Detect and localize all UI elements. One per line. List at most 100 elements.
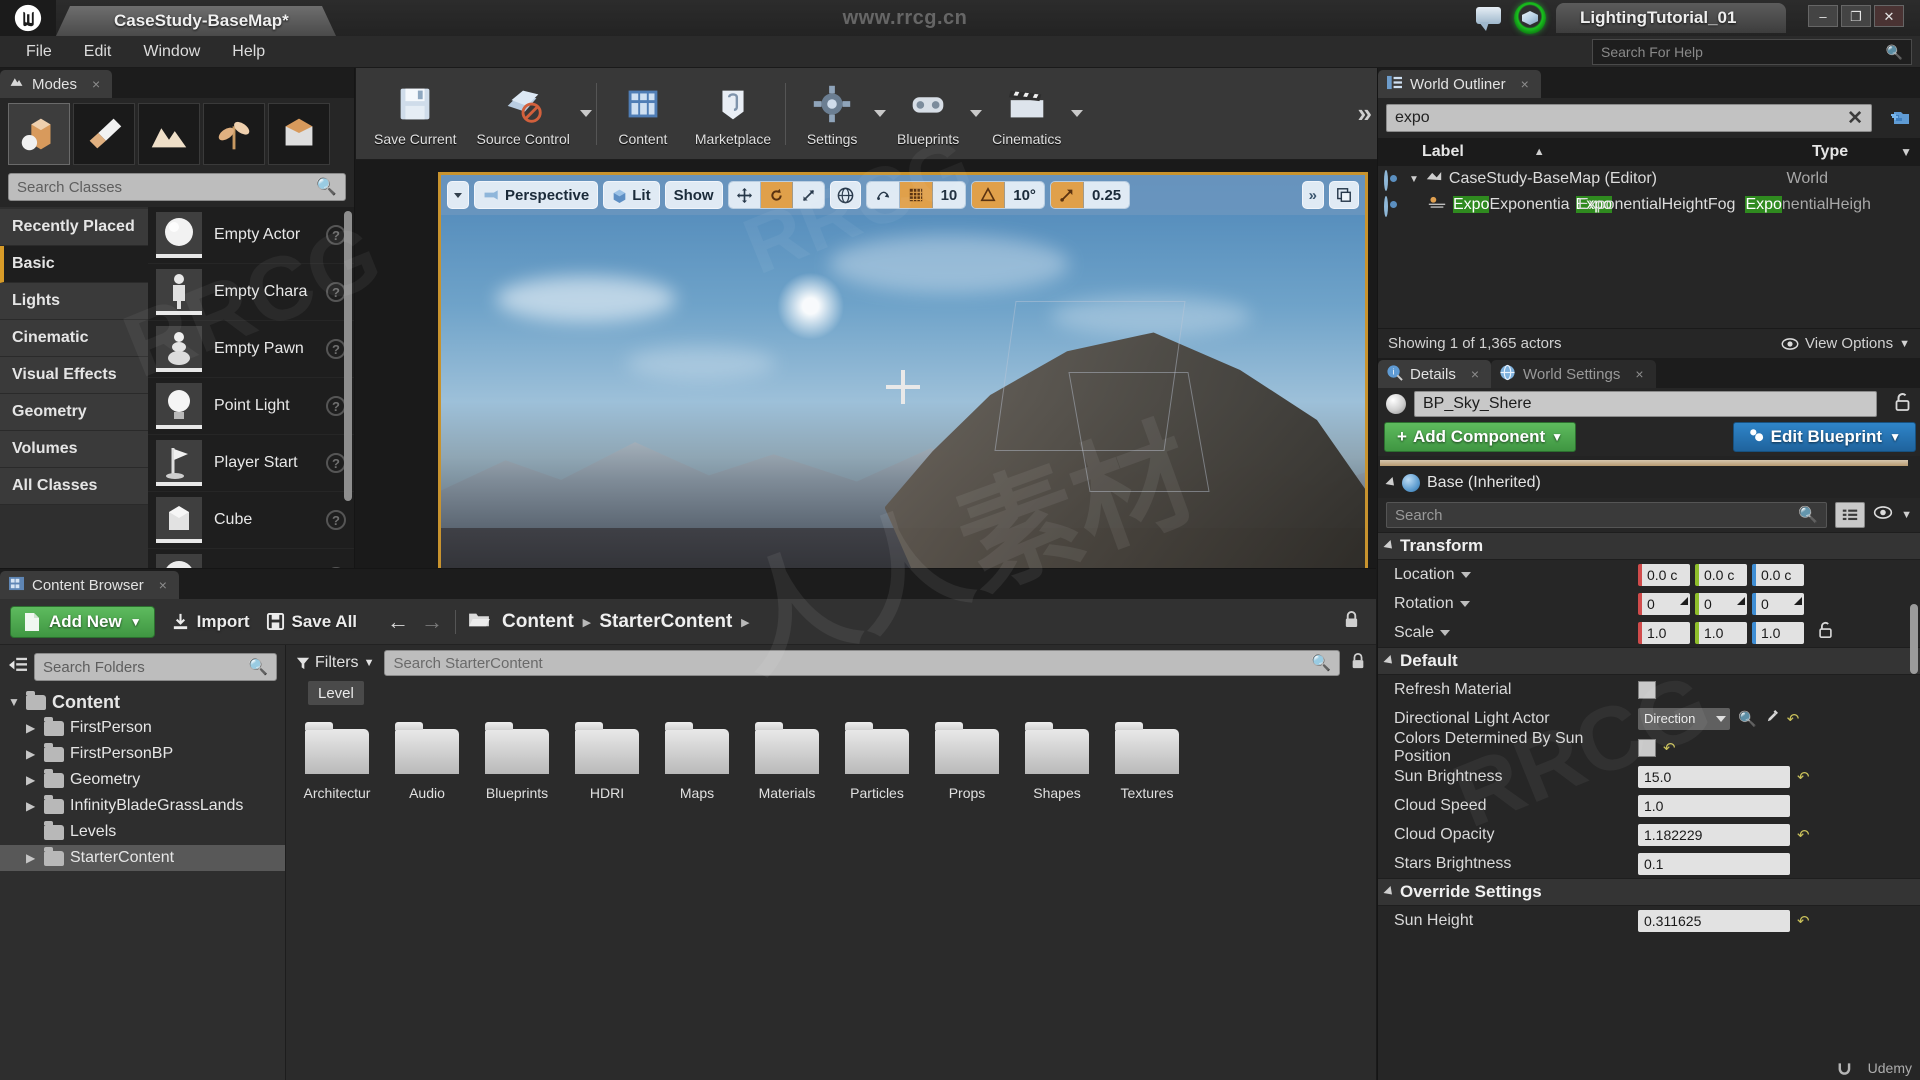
stars-brightness-input[interactable]: 0.1: [1638, 852, 1790, 875]
folder-item[interactable]: HDRI: [570, 722, 644, 801]
tab-world-outliner[interactable]: World Outliner ×: [1378, 70, 1541, 98]
table-row[interactable]: ExpoExponentia ExpoExponentialHeightFog …: [1378, 192, 1920, 218]
category-all-classes[interactable]: All Classes: [0, 468, 148, 505]
reset-icon[interactable]: ↶: [1797, 826, 1810, 844]
add-new-button[interactable]: Add New ▼: [10, 605, 155, 638]
content-button[interactable]: Content: [601, 72, 685, 156]
scale-lock-icon[interactable]: [1817, 621, 1834, 644]
close-icon[interactable]: ×: [1635, 366, 1643, 382]
location-y-input[interactable]: 0.0 c: [1695, 563, 1747, 586]
paint-mode-button[interactable]: [73, 103, 135, 165]
list-item[interactable]: Point Light ?: [148, 378, 354, 435]
reset-icon[interactable]: ↶: [1663, 739, 1676, 757]
help-icon[interactable]: ?: [326, 510, 346, 530]
expand-arrow-icon[interactable]: ▶: [26, 747, 38, 761]
outliner-search-input[interactable]: expo ✕: [1386, 104, 1872, 132]
list-item[interactable]: Empty Chara ?: [148, 264, 354, 321]
eye-icon[interactable]: [1384, 196, 1403, 217]
reset-icon[interactable]: ↶: [1797, 912, 1810, 930]
grid-snap-icon[interactable]: [899, 182, 933, 208]
chevron-down-icon[interactable]: [579, 110, 592, 117]
folder-item[interactable]: Maps: [660, 722, 734, 801]
eyedropper-icon[interactable]: [1765, 709, 1780, 728]
geometry-mode-button[interactable]: [268, 103, 330, 165]
asset-search-input[interactable]: Search StarterContent 🔍: [384, 650, 1340, 676]
search-icon[interactable]: 🔍: [1738, 710, 1757, 728]
category-basic[interactable]: Basic: [0, 246, 148, 283]
nav-forward-icon[interactable]: →: [421, 609, 443, 635]
chevron-down-icon[interactable]: ▼: [1901, 509, 1912, 521]
expand-arrow-icon[interactable]: ▶: [26, 851, 38, 865]
tab-modes[interactable]: Modes ×: [0, 70, 113, 98]
view-mode-button[interactable]: Lit: [603, 181, 660, 209]
expand-arrow-icon[interactable]: ▼: [1409, 174, 1419, 185]
asset-view-lock-icon[interactable]: [1350, 652, 1366, 675]
tab-details[interactable]: i Details ×: [1378, 360, 1492, 388]
tab-world-settings[interactable]: World Settings ×: [1491, 360, 1656, 388]
import-button[interactable]: Import: [171, 612, 250, 632]
eye-icon[interactable]: [1873, 506, 1893, 524]
details-search-input[interactable]: Search 🔍: [1386, 502, 1828, 528]
component-root-row[interactable]: Base (Inherited): [1378, 470, 1920, 496]
angle-snap-icon[interactable]: [972, 182, 1006, 208]
actor-name-field[interactable]: BP_Sky_Shere: [1414, 391, 1877, 417]
translate-icon[interactable]: [728, 182, 761, 208]
scale-x-input[interactable]: 1.0: [1638, 621, 1690, 644]
breadcrumb-content[interactable]: Content: [502, 611, 574, 633]
expand-arrow-icon[interactable]: ▶: [26, 721, 38, 735]
expand-arrow-icon[interactable]: ▶: [26, 773, 38, 787]
edit-blueprint-button[interactable]: Edit Blueprint ▼: [1732, 422, 1916, 452]
help-icon[interactable]: ?: [326, 282, 346, 302]
category-visual-effects[interactable]: Visual Effects: [0, 357, 148, 394]
help-icon[interactable]: ?: [326, 339, 346, 359]
chevron-down-icon[interactable]: [1460, 571, 1471, 578]
cloud-opacity-input[interactable]: 1.182229: [1638, 823, 1790, 846]
tree-item-infinitybladegrasslands[interactable]: ▶ InfinityBladeGrassLands: [0, 793, 285, 819]
colors-by-sun-checkbox[interactable]: [1638, 738, 1656, 757]
folder-item[interactable]: Materials: [750, 722, 824, 801]
sun-height-input[interactable]: 0.311625: [1638, 909, 1790, 932]
maximize-button[interactable]: ❐: [1841, 5, 1871, 27]
rotate-icon[interactable]: [760, 182, 793, 208]
tree-item-firstperson[interactable]: ▶ FirstPerson: [0, 715, 285, 741]
add-component-button[interactable]: + Add Component ▼: [1384, 422, 1577, 452]
folder-item[interactable]: Blueprints: [480, 722, 554, 801]
surface-snap-icon[interactable]: [866, 182, 900, 208]
scale-snap-icon[interactable]: [1050, 182, 1084, 208]
source-control-button[interactable]: Source Control: [466, 72, 579, 156]
marketplace-button[interactable]: Marketplace: [685, 72, 781, 156]
view-options-button[interactable]: View Options ▼: [1781, 335, 1910, 352]
scale-y-input[interactable]: 1.0: [1695, 621, 1747, 644]
folder-item[interactable]: Audio: [390, 722, 464, 801]
column-type[interactable]: Type: [1812, 143, 1848, 161]
category-cinematic[interactable]: Cinematic: [0, 320, 148, 357]
show-menu-button[interactable]: Show: [664, 181, 723, 209]
minimize-button[interactable]: –: [1808, 5, 1838, 27]
category-geometry[interactable]: Geometry: [0, 394, 148, 431]
expand-arrow-icon[interactable]: ▶: [26, 799, 38, 813]
details-scrollbar[interactable]: [1910, 604, 1918, 674]
viewport-chevrons-icon[interactable]: »: [1301, 181, 1324, 209]
scale-icon[interactable]: [792, 182, 824, 208]
reset-icon[interactable]: ↶: [1797, 768, 1810, 786]
expand-arrow-icon[interactable]: [1385, 476, 1398, 490]
category-volumes[interactable]: Volumes: [0, 431, 148, 468]
spinner-icon[interactable]: [1737, 596, 1745, 605]
location-x-input[interactable]: 0.0 c: [1638, 563, 1690, 586]
list-item[interactable]: Cube ?: [148, 492, 354, 549]
nav-back-icon[interactable]: ←: [387, 609, 409, 635]
maximize-viewport-icon[interactable]: [1329, 181, 1359, 209]
chevron-down-icon[interactable]: [1440, 629, 1451, 636]
help-icon[interactable]: ?: [326, 396, 346, 416]
grid-snap-value[interactable]: 10: [932, 182, 966, 208]
sun-brightness-input[interactable]: 15.0: [1638, 765, 1790, 788]
rotation-z-input[interactable]: 0: [1752, 592, 1804, 615]
rotation-y-input[interactable]: 0: [1695, 592, 1747, 615]
eye-icon[interactable]: [1384, 170, 1403, 191]
foliage-mode-button[interactable]: [203, 103, 265, 165]
rotation-x-input[interactable]: 0: [1638, 592, 1690, 615]
tree-item-geometry[interactable]: ▶ Geometry: [0, 767, 285, 793]
category-lights[interactable]: Lights: [0, 283, 148, 320]
place-mode-button[interactable]: [8, 103, 70, 165]
close-icon[interactable]: ×: [92, 76, 100, 92]
